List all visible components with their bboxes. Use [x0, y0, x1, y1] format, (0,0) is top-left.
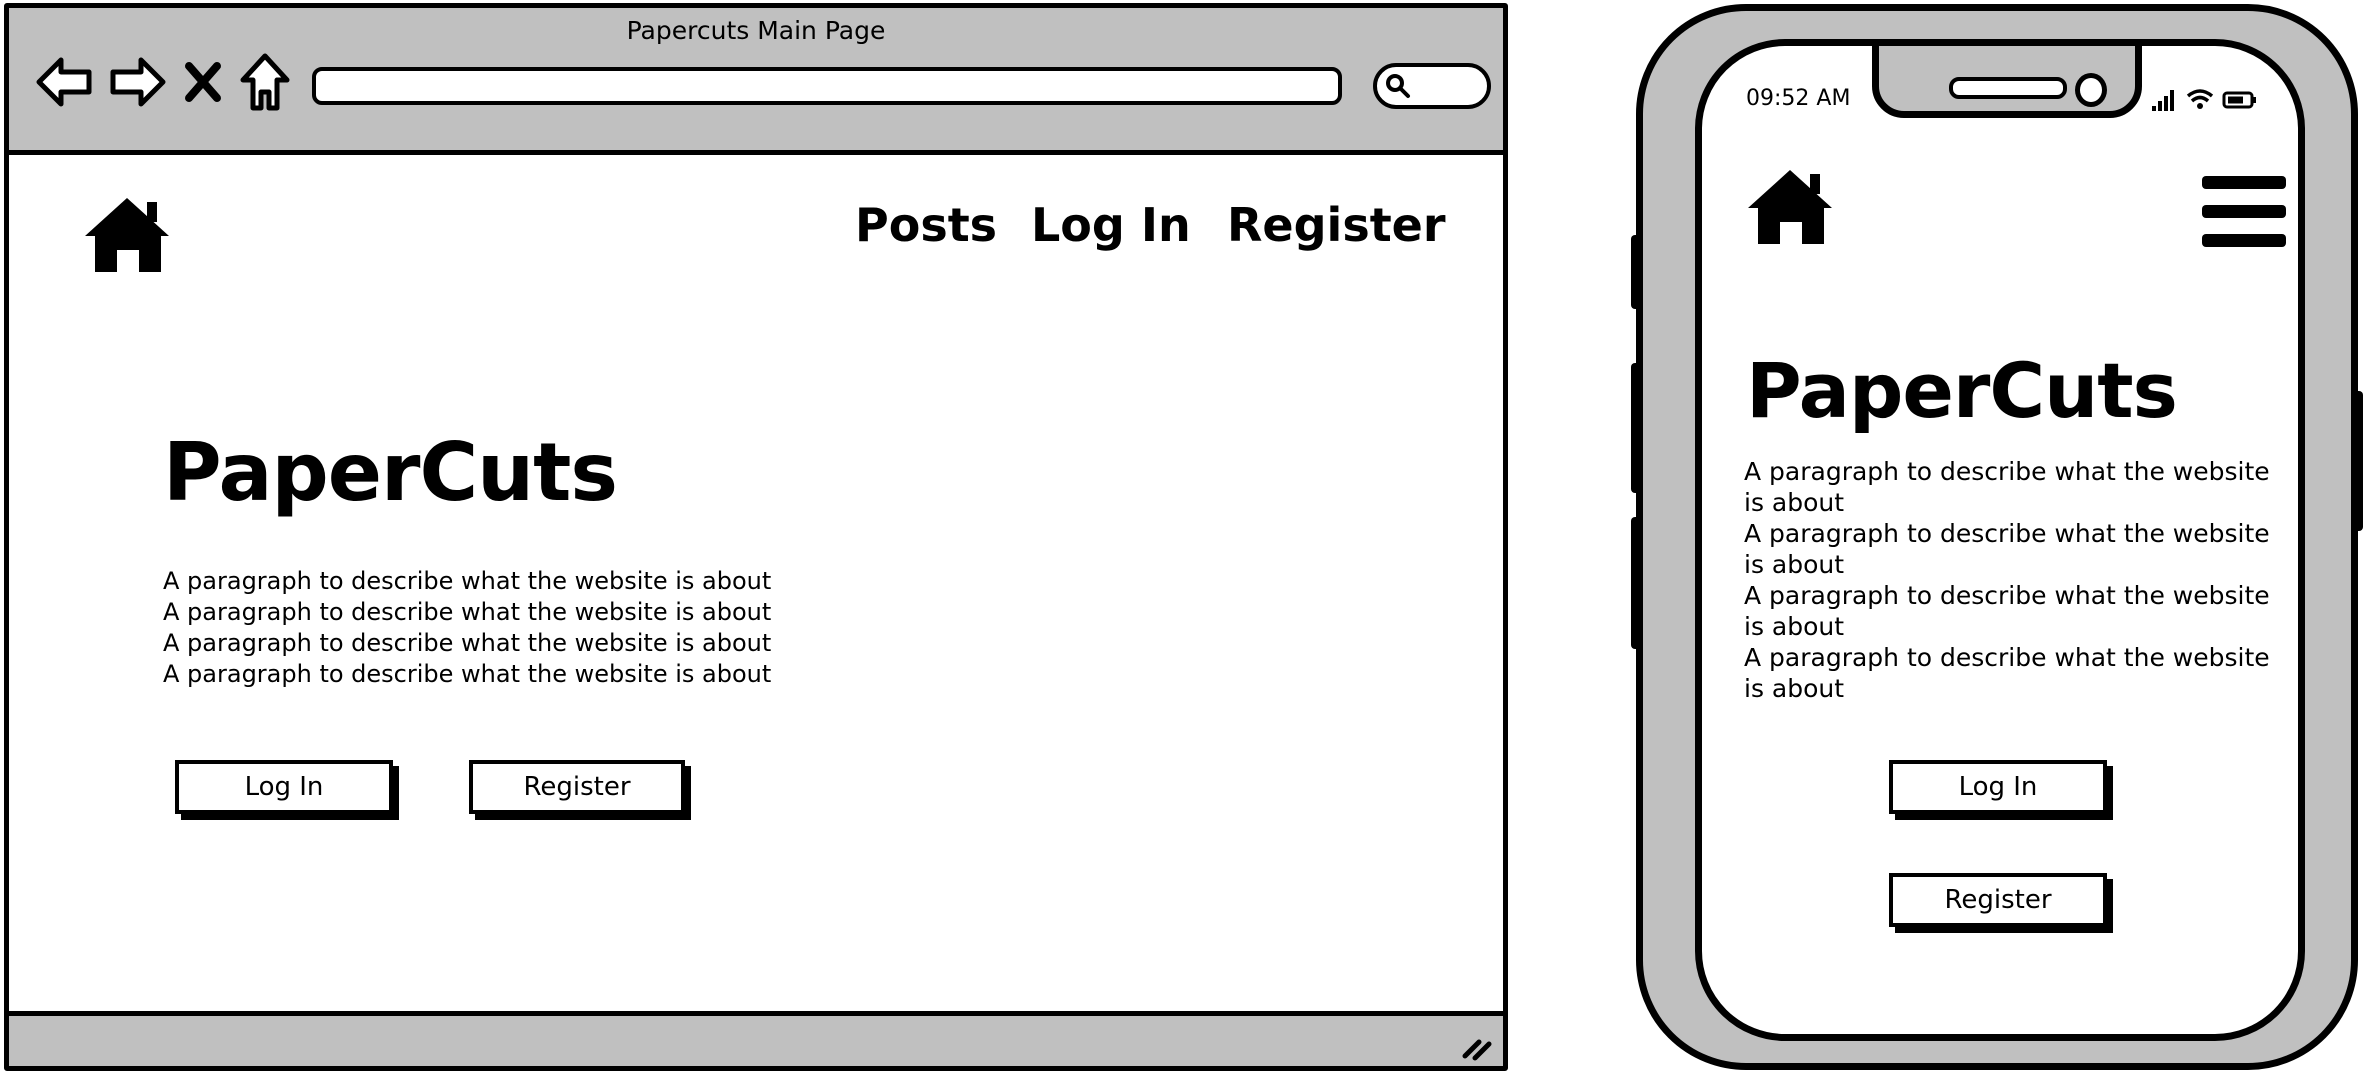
description-line: A paragraph to describe what the website… — [163, 660, 772, 688]
signal-icon — [2152, 90, 2174, 111]
phone-screen: 09:52 AM PaperCuts A paragraph to descri… — [1695, 39, 2305, 1041]
browser-window: Papercuts Main Page Posts Log In Registe… — [4, 3, 1508, 1071]
search-icon — [1386, 74, 1410, 98]
speaker-grille — [1949, 77, 2067, 99]
browser-toolbar: Papercuts Main Page — [9, 8, 1503, 155]
power-button — [2351, 391, 2363, 531]
login-button[interactable]: Log In — [1889, 760, 2107, 814]
nav-login-link[interactable]: Log In — [1031, 198, 1191, 252]
phone-frame: 09:52 AM PaperCuts A paragraph to descri… — [1631, 4, 2363, 1070]
phone-notch — [1872, 46, 2142, 118]
status-bar-icons — [2152, 89, 2256, 111]
nav-register-link[interactable]: Register — [1227, 198, 1446, 252]
description-line: A paragraph to describe what the website… — [1744, 457, 2270, 517]
window-title: Papercuts Main Page — [626, 16, 886, 45]
description-line: A paragraph to describe what the website… — [163, 567, 772, 595]
description-line: A paragraph to describe what the website… — [1744, 519, 2270, 579]
nav-posts-link[interactable]: Posts — [855, 198, 997, 252]
close-icon[interactable] — [181, 52, 225, 112]
wifi-icon — [2186, 89, 2214, 109]
description-line: A paragraph to describe what the website… — [1744, 643, 2270, 703]
home-icon[interactable] — [1744, 166, 1836, 246]
volume-down-button — [1631, 517, 1643, 649]
resize-grip-icon[interactable] — [1459, 1026, 1495, 1062]
status-time: 09:52 AM — [1746, 86, 1851, 111]
register-button[interactable]: Register — [469, 760, 685, 814]
search-button[interactable] — [1373, 63, 1491, 109]
home-icon[interactable] — [239, 52, 291, 112]
description-line: A paragraph to describe what the website… — [1744, 581, 2270, 641]
back-arrow-icon[interactable] — [35, 52, 95, 112]
url-input[interactable] — [312, 67, 1342, 105]
description-line: A paragraph to describe what the website… — [163, 629, 772, 657]
browser-statusbar — [9, 1011, 1503, 1066]
description-paragraph: A paragraph to describe what the website… — [1744, 456, 2274, 704]
login-button[interactable]: Log In — [175, 760, 393, 814]
volume-up-button — [1631, 363, 1643, 493]
battery-icon — [2222, 91, 2256, 109]
page-title: PaperCuts — [163, 426, 618, 519]
register-button[interactable]: Register — [1889, 873, 2107, 927]
hamburger-menu-icon[interactable] — [2202, 176, 2286, 248]
description-line: A paragraph to describe what the website… — [163, 598, 772, 626]
home-icon[interactable] — [81, 194, 173, 274]
forward-arrow-icon[interactable] — [107, 52, 167, 112]
description-paragraph: A paragraph to describe what the website… — [163, 566, 771, 690]
page-title: PaperCuts — [1746, 346, 2178, 435]
front-camera — [2075, 73, 2107, 107]
mute-switch — [1631, 235, 1643, 309]
